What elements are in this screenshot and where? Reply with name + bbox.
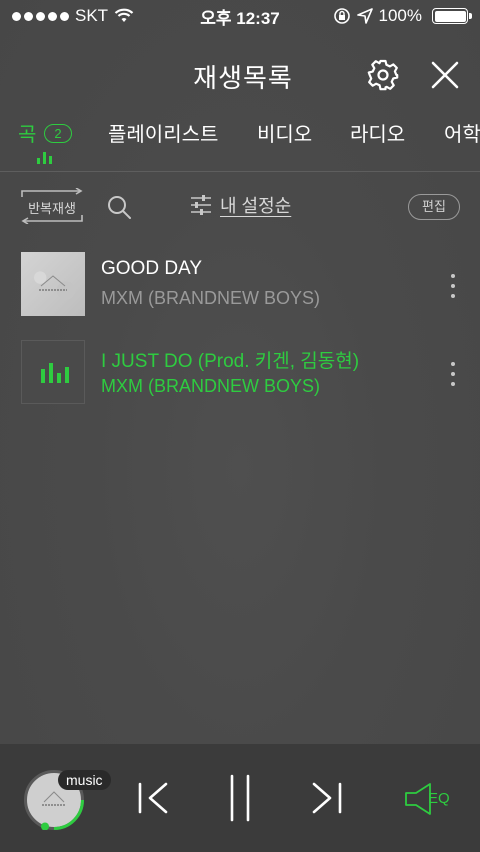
list-toolbar: 반복재생 내 설정순 편집 [0,186,480,230]
more-options-button[interactable] [446,362,460,386]
sort-settings-icon [191,195,211,215]
settings-button[interactable] [366,58,400,92]
tab-language[interactable]: 어학 [444,118,480,147]
tab-playlist[interactable]: 플레이리스트 [108,118,218,147]
pause-icon [230,774,250,822]
next-icon [312,782,342,814]
status-bar: SKT 오후 12:37 100% [0,0,480,32]
location-icon [356,8,373,24]
tab-radio[interactable]: 라디오 [350,118,405,147]
signal-strength-icon [12,11,69,21]
tab-songs-label: 곡 [18,124,37,146]
now-playing-equalizer-icon [41,363,69,383]
mini-player: music EQ [0,744,480,852]
search-button[interactable] [106,194,132,220]
equalizer-button[interactable]: EQ [404,782,460,816]
album-logo-icon [39,275,67,291]
header: 재생목록 [0,50,480,100]
music-badge: music [58,770,111,790]
album-art [21,340,85,404]
next-button[interactable] [308,780,344,816]
wifi-icon [114,8,134,22]
battery-icon [432,8,472,24]
repeat-button[interactable]: 반복재생 [20,188,84,224]
track-title: GOOD DAY [101,258,202,279]
status-right: 100% [333,6,472,26]
page-title: 재생목록 [193,63,293,93]
playlist-screen: SKT 오후 12:37 100% 재생목록 곡 2 플레이리스트 비디오 라디… [0,0,480,852]
more-options-button[interactable] [446,274,460,298]
close-button[interactable] [428,58,462,92]
track-artist: MXM (BRANDNEW BOYS) [101,288,321,308]
previous-button[interactable] [136,780,172,816]
track-row[interactable]: GOOD DAY MXM (BRANDNEW BOYS) [0,250,480,338]
gear-icon [367,59,399,91]
album-art [21,252,85,316]
eq-label: EQ [428,790,450,807]
carrier-label: SKT [75,6,109,25]
previous-icon [138,782,168,814]
now-playing-indicator-icon [37,152,52,164]
track-list: GOOD DAY MXM (BRANDNEW BOYS) I JUST DO (… [0,250,480,426]
battery-percent: 100% [378,6,422,25]
category-tabs: 곡2 플레이리스트 비디오 라디오 어학 [0,112,480,172]
edit-button[interactable]: 편집 [408,194,460,220]
search-icon [108,196,131,219]
tab-songs[interactable]: 곡2 [18,118,72,147]
sort-label: 내 설정순 [220,196,292,216]
track-artist: MXM (BRANDNEW BOYS) [101,376,321,396]
song-count-badge: 2 [44,124,72,143]
track-title: I JUST DO (Prod. 키겐, 김동현) [101,351,360,372]
track-row[interactable]: I JUST DO (Prod. 키겐, 김동현) MXM (BRANDNEW … [0,338,480,426]
repeat-label: 반복재생 [28,201,76,216]
rotation-lock-icon [333,8,350,24]
tab-video[interactable]: 비디오 [257,118,312,147]
sort-button[interactable]: 내 설정순 [190,192,291,218]
close-icon [431,61,459,89]
pause-button[interactable] [222,774,258,822]
status-left: SKT [12,6,134,26]
